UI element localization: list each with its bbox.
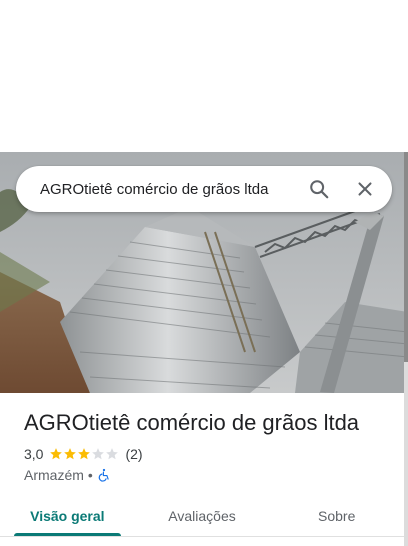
place-category[interactable]: Armazém: [24, 467, 84, 483]
search-icon: [310, 180, 329, 199]
tabs-divider: [0, 536, 404, 537]
star-empty-icon: [92, 448, 105, 460]
star-empty-icon: [106, 448, 119, 460]
search-button[interactable]: [296, 166, 342, 212]
close-button[interactable]: [342, 166, 388, 212]
star-filled-icon: [64, 448, 77, 460]
search-input[interactable]: AGROtietê comércio de grãos ltda: [16, 181, 296, 198]
scrollbar-thumb[interactable]: [404, 152, 408, 362]
search-box[interactable]: AGROtietê comércio de grãos ltda: [16, 166, 392, 212]
tab-overview[interactable]: Visão geral: [0, 496, 135, 536]
rating-row[interactable]: 3,0 (2): [24, 446, 143, 462]
close-icon: [358, 182, 372, 196]
tab-reviews[interactable]: Avaliações: [135, 496, 270, 536]
separator: •: [87, 467, 93, 483]
star-filled-icon: [50, 448, 63, 460]
review-count[interactable]: (2): [125, 446, 142, 462]
category-row: Armazém •: [24, 467, 111, 483]
rating-value: 3,0: [24, 446, 44, 462]
rating-stars: [49, 447, 119, 461]
scrollbar[interactable]: [404, 152, 408, 546]
star-filled-icon: [78, 448, 91, 460]
place-tabs: Visão geral Avaliações Sobre: [0, 496, 404, 536]
place-title: AGROtietê comércio de grãos ltda: [24, 410, 360, 435]
wheelchair-icon: [98, 468, 109, 482]
tab-about[interactable]: Sobre: [269, 496, 404, 536]
